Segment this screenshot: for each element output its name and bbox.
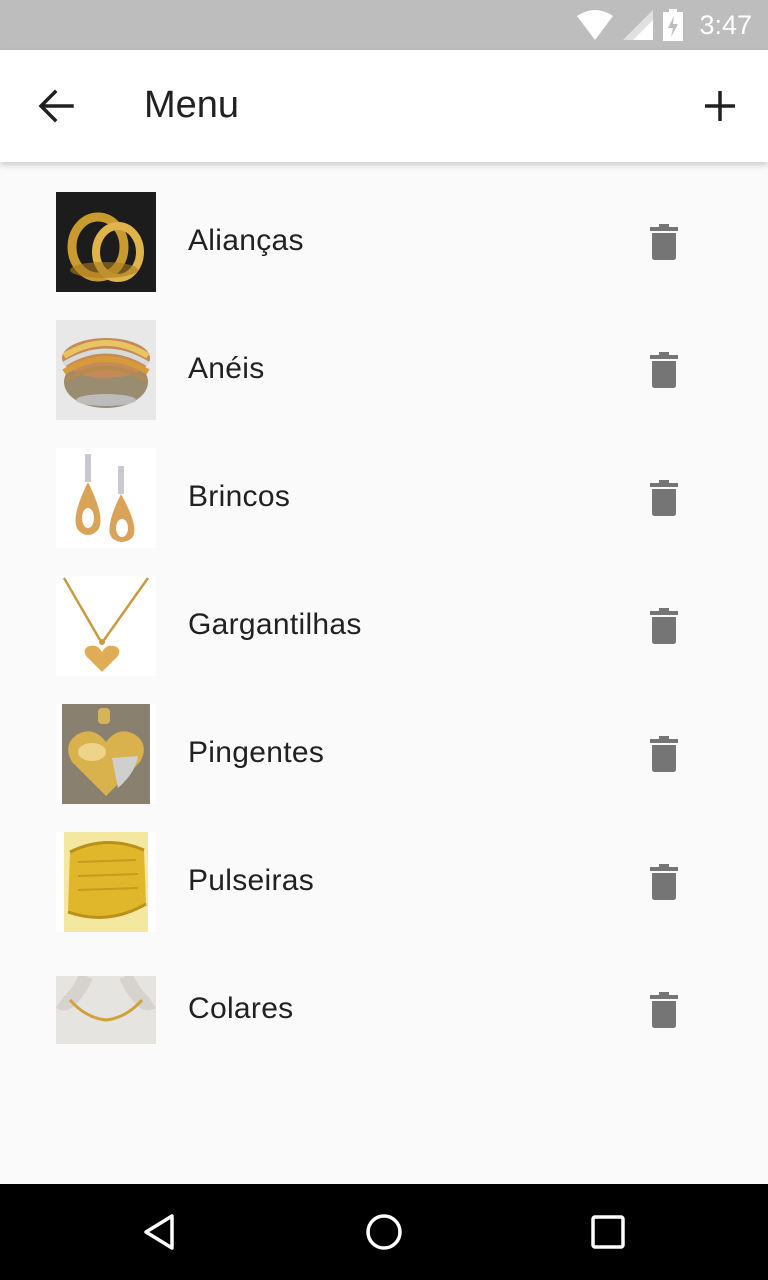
gold-chain-photo — [56, 976, 156, 1044]
delete-button[interactable] — [632, 590, 696, 662]
item-label: Pingentes — [188, 736, 325, 769]
delete-button[interactable] — [632, 718, 696, 790]
trash-icon — [650, 480, 678, 516]
nav-back-button[interactable] — [130, 1202, 190, 1262]
nav-home-button[interactable] — [354, 1202, 414, 1262]
item-label: Anéis — [188, 352, 265, 385]
trash-icon — [650, 608, 678, 644]
back-button[interactable] — [24, 74, 88, 138]
delete-button[interactable] — [632, 334, 696, 406]
navigation-bar — [0, 1184, 768, 1280]
trash-icon — [650, 224, 678, 260]
item-label: Colares — [188, 992, 294, 1025]
trash-icon — [650, 736, 678, 772]
list-item[interactable]: Gargantilhas — [0, 546, 768, 676]
plus-icon — [705, 91, 735, 121]
trash-icon — [650, 352, 678, 388]
multi-tone-ring-photo — [56, 320, 156, 420]
wifi-icon — [577, 10, 614, 40]
battery-charging-icon — [663, 9, 684, 41]
category-list: Alianças Anéis Brincos Gargantilhas Ping… — [0, 162, 768, 1058]
item-label: Alianças — [188, 224, 304, 257]
trash-icon — [650, 864, 678, 900]
arrow-left-icon — [38, 89, 74, 123]
list-item[interactable]: Pingentes — [0, 674, 768, 804]
list-item[interactable]: Colares — [0, 930, 768, 1058]
status-bar: 3:47 — [0, 0, 768, 50]
rings-pair-photo — [56, 192, 156, 292]
gold-bracelet-photo — [56, 832, 156, 932]
drop-earrings-photo — [56, 448, 156, 548]
page-title: Menu — [144, 84, 240, 126]
delete-button[interactable] — [632, 462, 696, 534]
app-bar: Menu — [0, 50, 768, 162]
list-item[interactable]: Brincos — [0, 418, 768, 548]
back-triangle-icon — [144, 1214, 174, 1250]
nav-recents-button[interactable] — [578, 1202, 638, 1262]
heart-pendant-photo — [56, 704, 156, 804]
recents-square-icon — [591, 1215, 625, 1249]
status-icons: 3:47 — [577, 8, 752, 42]
list-item[interactable]: Anéis — [0, 290, 768, 420]
delete-button[interactable] — [632, 206, 696, 278]
signal-icon — [623, 10, 654, 40]
item-label: Pulseiras — [188, 864, 315, 897]
delete-button[interactable] — [632, 974, 696, 1046]
item-label: Brincos — [188, 480, 291, 513]
list-item[interactable]: Alianças — [0, 162, 768, 292]
status-time: 3:47 — [699, 9, 752, 40]
item-label: Gargantilhas — [188, 608, 362, 641]
trash-icon — [650, 992, 678, 1028]
list-item[interactable]: Pulseiras — [0, 802, 768, 932]
home-circle-icon — [366, 1214, 402, 1250]
delete-button[interactable] — [632, 846, 696, 918]
heart-necklace-photo — [56, 576, 156, 676]
add-button[interactable] — [688, 74, 752, 138]
